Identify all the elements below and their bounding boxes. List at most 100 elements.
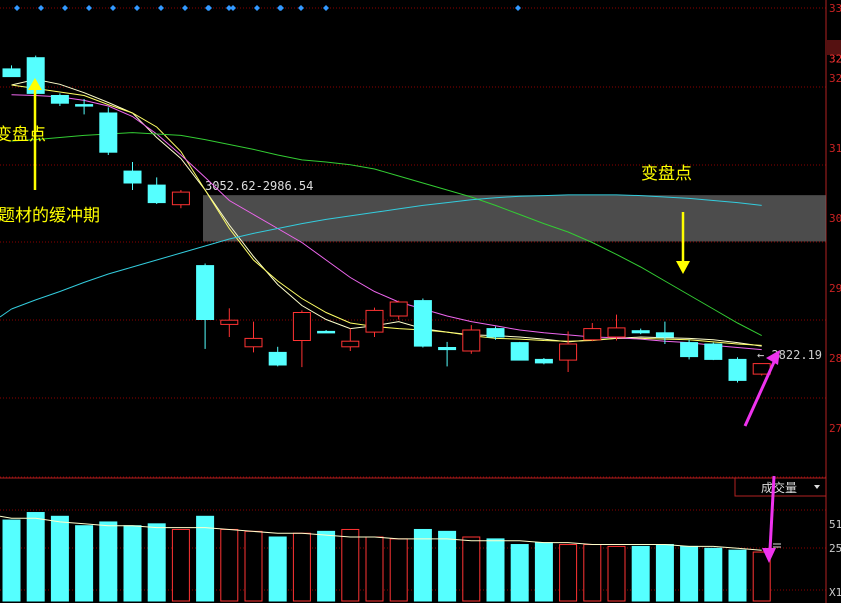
price-tick-label: 32 xyxy=(829,52,841,65)
candle-body xyxy=(728,358,747,381)
price-tick-label: 27 xyxy=(829,422,841,435)
diamond-icon xyxy=(14,5,20,11)
candle-body xyxy=(99,112,118,153)
diamond-icon xyxy=(298,5,304,11)
candle-body xyxy=(123,170,142,184)
candle-body xyxy=(147,184,166,204)
price-tick-label: 33 xyxy=(829,2,841,15)
price-tick-label: 29 xyxy=(829,282,841,295)
price-tick-label: 30 xyxy=(829,212,841,225)
diamond-icon xyxy=(62,5,68,11)
price-tick-label: 31 xyxy=(829,142,841,155)
volume-bar xyxy=(680,545,699,602)
band-label: 3052.62-2986.54 xyxy=(205,179,313,193)
diamond-icon xyxy=(515,5,521,11)
arrow-down-icon xyxy=(676,261,690,274)
candle-body xyxy=(486,328,505,338)
candle-body xyxy=(75,104,94,107)
volume-bar xyxy=(268,536,287,602)
annotation-label: 题材的缓冲期 xyxy=(0,206,100,226)
volume-bar xyxy=(220,528,239,602)
volume-bar xyxy=(462,536,481,602)
volume-bar xyxy=(534,542,553,602)
stock-chart: 3052.62-2986.54 33 32 31 30 29 28 27 32 51 25 X1 成交… xyxy=(0,0,841,603)
volume-bar xyxy=(438,530,457,602)
volume-bar xyxy=(510,544,529,602)
volume-bar xyxy=(2,519,21,602)
diamond-icon xyxy=(86,5,92,11)
price-band: 3052.62-2986.54 xyxy=(203,179,826,242)
volume-bar xyxy=(292,532,311,602)
candle-body xyxy=(680,342,699,358)
volume-bar xyxy=(317,530,336,602)
volume-tick-label: 25 xyxy=(829,542,841,555)
diamond-icon xyxy=(254,5,260,11)
price-tick-label: 32 xyxy=(829,72,841,85)
volume-bar xyxy=(559,544,578,602)
candle-body xyxy=(583,328,602,341)
candle-body xyxy=(607,327,626,338)
volume-bar xyxy=(171,528,190,602)
volume-bar xyxy=(196,515,215,602)
candle-body xyxy=(510,342,529,361)
annotation-label: 变盘点 xyxy=(0,125,46,145)
volume-bar xyxy=(75,525,94,602)
volume-bar xyxy=(99,521,118,602)
candle-body xyxy=(534,358,553,364)
volume-bar xyxy=(413,528,432,602)
volume-bar xyxy=(365,536,384,602)
grid-lines xyxy=(0,0,827,603)
candle-body xyxy=(413,300,432,347)
candle-body xyxy=(438,347,457,351)
candle-body xyxy=(50,95,69,104)
candle-body xyxy=(704,343,723,360)
diamond-icon xyxy=(110,5,116,11)
candle-body xyxy=(631,330,650,334)
candle-body xyxy=(292,312,311,341)
volume-tick-label: X1 xyxy=(829,586,841,599)
volume-bar xyxy=(607,545,626,602)
price-tick-label: 28 xyxy=(829,352,841,365)
candle-body xyxy=(317,330,336,334)
volume-bar xyxy=(123,525,142,602)
diamond-icon xyxy=(205,5,211,11)
candle-body xyxy=(2,68,21,78)
volume-bar xyxy=(486,538,505,602)
volume-bar xyxy=(655,544,674,602)
volume-bar xyxy=(147,523,166,602)
candle-body xyxy=(196,265,215,321)
candle-body xyxy=(220,319,239,325)
candle-body xyxy=(559,343,578,361)
candle-body xyxy=(462,329,481,352)
diamond-icon xyxy=(323,5,329,11)
volume-bar xyxy=(704,547,723,602)
volume-bar xyxy=(631,545,650,602)
candle-body xyxy=(268,351,287,366)
volume-tick-label: 51 xyxy=(829,518,841,531)
candle-body xyxy=(244,337,263,348)
candle-body xyxy=(341,340,360,348)
diamond-icon xyxy=(134,5,140,11)
diamond-icon xyxy=(182,5,188,11)
candle-body xyxy=(365,309,384,333)
volume-bar xyxy=(244,530,263,602)
volume-bar xyxy=(389,538,408,602)
diamond-icon xyxy=(226,5,232,11)
volume-bar xyxy=(26,512,45,602)
volume-bars xyxy=(0,512,771,602)
volume-bar xyxy=(728,549,747,602)
volume-bar xyxy=(583,544,602,602)
diamond-icon xyxy=(158,5,164,11)
volume-bar xyxy=(50,515,69,602)
diamond-icon xyxy=(38,5,44,11)
last-price-label: ← 2822.19 xyxy=(757,348,822,362)
annotation-label: 变盘点 xyxy=(641,164,692,184)
price-axis: 33 32 31 30 29 28 27 32 51 25 X1 成交量 xyxy=(734,2,841,599)
candle-body xyxy=(655,332,674,338)
diamond-icon xyxy=(277,5,283,11)
candle-body xyxy=(389,301,408,317)
candle-body xyxy=(171,191,190,206)
volume-panel-label: 成交量 xyxy=(761,480,797,495)
volume-bar xyxy=(341,528,360,602)
ma-line-extension xyxy=(0,308,12,318)
